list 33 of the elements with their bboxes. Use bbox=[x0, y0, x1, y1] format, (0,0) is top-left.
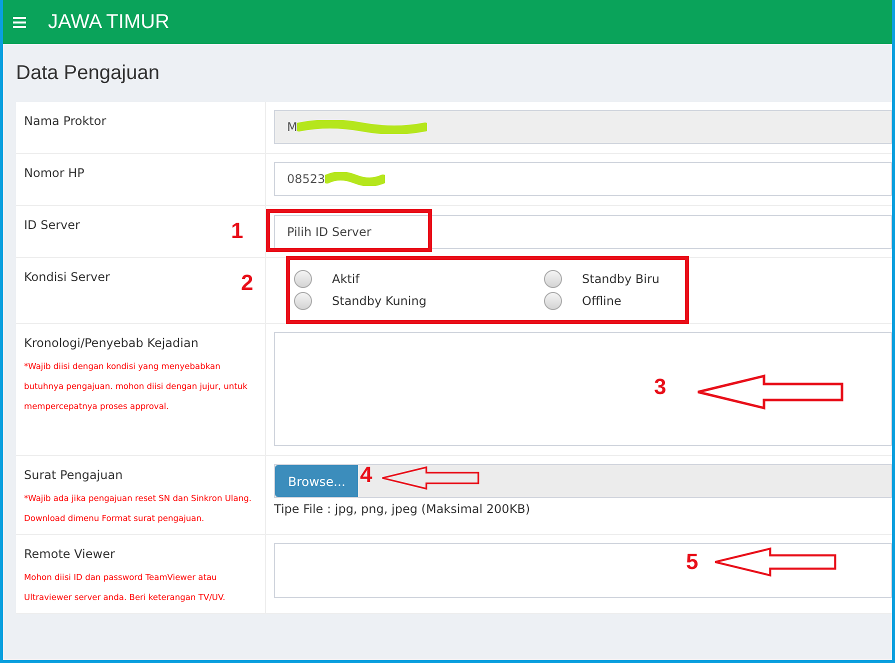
field-label: Nama Proktor bbox=[24, 114, 106, 128]
field-label: Remote Viewer bbox=[24, 547, 115, 561]
file-type-hint: Tipe File : jpg, png, jpeg (Maksimal 200KB) bbox=[274, 502, 532, 516]
radio-button[interactable] bbox=[544, 270, 562, 288]
field-label: Kronologi/Penyebab Kejadian bbox=[24, 336, 198, 350]
annotation-number: 4 bbox=[360, 462, 372, 488]
annotation-number: 5 bbox=[686, 549, 698, 575]
radio-option[interactable]: Standby Biru bbox=[544, 270, 694, 288]
field-label: Nomor HP bbox=[24, 166, 84, 180]
radio-button[interactable] bbox=[294, 270, 312, 288]
text-area[interactable] bbox=[274, 332, 892, 446]
field-note: *Wajib diisi dengan kondisi yang menyebabkan butuhnya pengajuan. mohon diisi dengan jujur, untuk mempercepatnya proses approval. bbox=[24, 360, 248, 413]
field-label: Kondisi Server bbox=[24, 270, 110, 284]
annotation-number: 1 bbox=[231, 218, 244, 244]
radio-option[interactable]: Standby Kuning bbox=[294, 292, 544, 310]
radio-button[interactable] bbox=[294, 292, 312, 310]
menu-icon[interactable] bbox=[13, 16, 26, 28]
arrow-icon bbox=[696, 372, 846, 412]
annotation-number: 2 bbox=[241, 270, 254, 296]
text-area[interactable] bbox=[274, 543, 892, 598]
field-label: Surat Pengajuan bbox=[24, 468, 123, 482]
field-note: *Wajib ada jika pengajuan reset SN dan Sinkron Ulang. Download dimenu Format surat pengajuan. bbox=[24, 492, 252, 525]
field-label: ID Server bbox=[24, 218, 80, 232]
field-note: Mohon diisi ID dan password TeamViewer atau Ultraviewer server anda. Beri keterangan TV/UV. bbox=[24, 571, 226, 604]
page-title: Data Pengajuan bbox=[16, 62, 160, 84]
annotation-number: 3 bbox=[654, 374, 666, 400]
browse-button[interactable]: Browse... bbox=[275, 465, 358, 497]
radio-option[interactable]: Aktif bbox=[294, 270, 544, 288]
radio-button[interactable] bbox=[544, 292, 562, 310]
radio-option[interactable]: Offline bbox=[544, 292, 694, 310]
text-field[interactable]: 08523 bbox=[274, 162, 892, 196]
select-field[interactable]: Pilih ID Server bbox=[274, 215, 892, 249]
app-title: JAWA TIMUR bbox=[48, 10, 170, 34]
